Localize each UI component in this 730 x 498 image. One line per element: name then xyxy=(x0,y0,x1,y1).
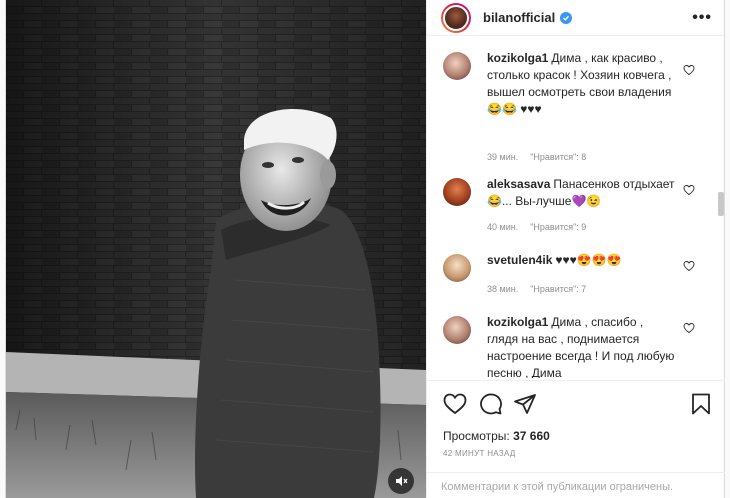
video-frame-image xyxy=(6,0,426,498)
post-actions: Просмотры: 37 660 42 минут назад xyxy=(427,380,725,472)
views-count[interactable]: Просмотры: 37 660 xyxy=(443,429,709,443)
comment-likes[interactable]: "Нравится": 9 xyxy=(530,222,586,232)
comment-bubble-icon[interactable] xyxy=(479,393,503,415)
commenter-avatar[interactable] xyxy=(443,178,471,206)
post-timestamp[interactable]: 42 минут назад xyxy=(443,449,709,458)
mute-button[interactable] xyxy=(388,468,414,494)
comment-likes[interactable]: "Нравится": 7 xyxy=(530,284,586,294)
comment-body: kozikolga1 Дима , спасибо , глядя на вас … xyxy=(487,314,677,378)
like-heart-icon[interactable] xyxy=(443,393,467,415)
post-header: bilanofficial ••• xyxy=(427,0,724,36)
author-username[interactable]: bilanofficial xyxy=(483,10,555,25)
comment-time[interactable]: 39 мин. xyxy=(487,152,518,162)
speaker-muted-icon xyxy=(396,476,408,486)
comments-disabled-notice: Комментарии к этой публикации ограничены… xyxy=(427,472,725,498)
comments-scrollbar[interactable] xyxy=(718,42,724,378)
verified-badge-icon xyxy=(560,11,573,24)
comment-meta: 38 мин. "Нравится": 7 xyxy=(487,284,598,294)
commenter-avatar[interactable] xyxy=(443,254,471,282)
comment-likes[interactable]: "Нравится": 8 xyxy=(530,152,586,162)
commenter-username[interactable]: kozikolga1 xyxy=(487,315,548,329)
commenter-username[interactable]: svetulen4ik xyxy=(487,253,552,267)
commenter-avatar[interactable] xyxy=(443,52,471,80)
like-comment-heart-icon[interactable] xyxy=(683,64,695,76)
more-options-button[interactable]: ••• xyxy=(692,9,712,27)
like-comment-heart-icon[interactable] xyxy=(683,260,695,272)
commenter-username[interactable]: kozikolga1 xyxy=(487,51,548,65)
comment-text: ♥♥♥😍😍😍 xyxy=(555,253,622,267)
save-bookmark-icon[interactable] xyxy=(691,393,711,415)
views-value: 37 660 xyxy=(513,429,550,443)
comment-meta: 39 мин. "Нравится": 8 xyxy=(487,152,598,162)
comment-meta: 40 мин. "Нравится": 9 xyxy=(487,222,598,232)
views-label: Просмотры: xyxy=(443,429,510,443)
commenter-avatar[interactable] xyxy=(443,316,471,344)
scrollbar-thumb[interactable] xyxy=(718,192,724,216)
post-sidebar: bilanofficial ••• kozikolga1 Дима , как к… xyxy=(426,0,725,498)
comment-body: svetulen4ik ♥♥♥😍😍😍 xyxy=(487,252,677,269)
author-avatar[interactable] xyxy=(441,2,471,33)
like-comment-heart-icon[interactable] xyxy=(683,322,695,334)
commenter-username[interactable]: aleksasava xyxy=(487,177,550,191)
action-icons-row xyxy=(443,393,711,419)
like-comment-heart-icon[interactable] xyxy=(683,184,695,196)
instagram-post: bilanofficial ••• kozikolga1 Дима , как к… xyxy=(5,0,725,498)
comment-body: aleksasava Панасенков отдыхает😂... Вы-луч… xyxy=(487,176,677,210)
comment-time[interactable]: 40 мин. xyxy=(487,222,518,232)
comment-time[interactable]: 38 мин. xyxy=(487,284,518,294)
comment-body: kozikolga1 Дима , как красиво , столько к… xyxy=(487,50,677,118)
share-paper-plane-icon[interactable] xyxy=(513,393,537,415)
post-video[interactable] xyxy=(6,0,426,498)
comments-list: kozikolga1 Дима , как красиво , столько к… xyxy=(427,42,717,378)
